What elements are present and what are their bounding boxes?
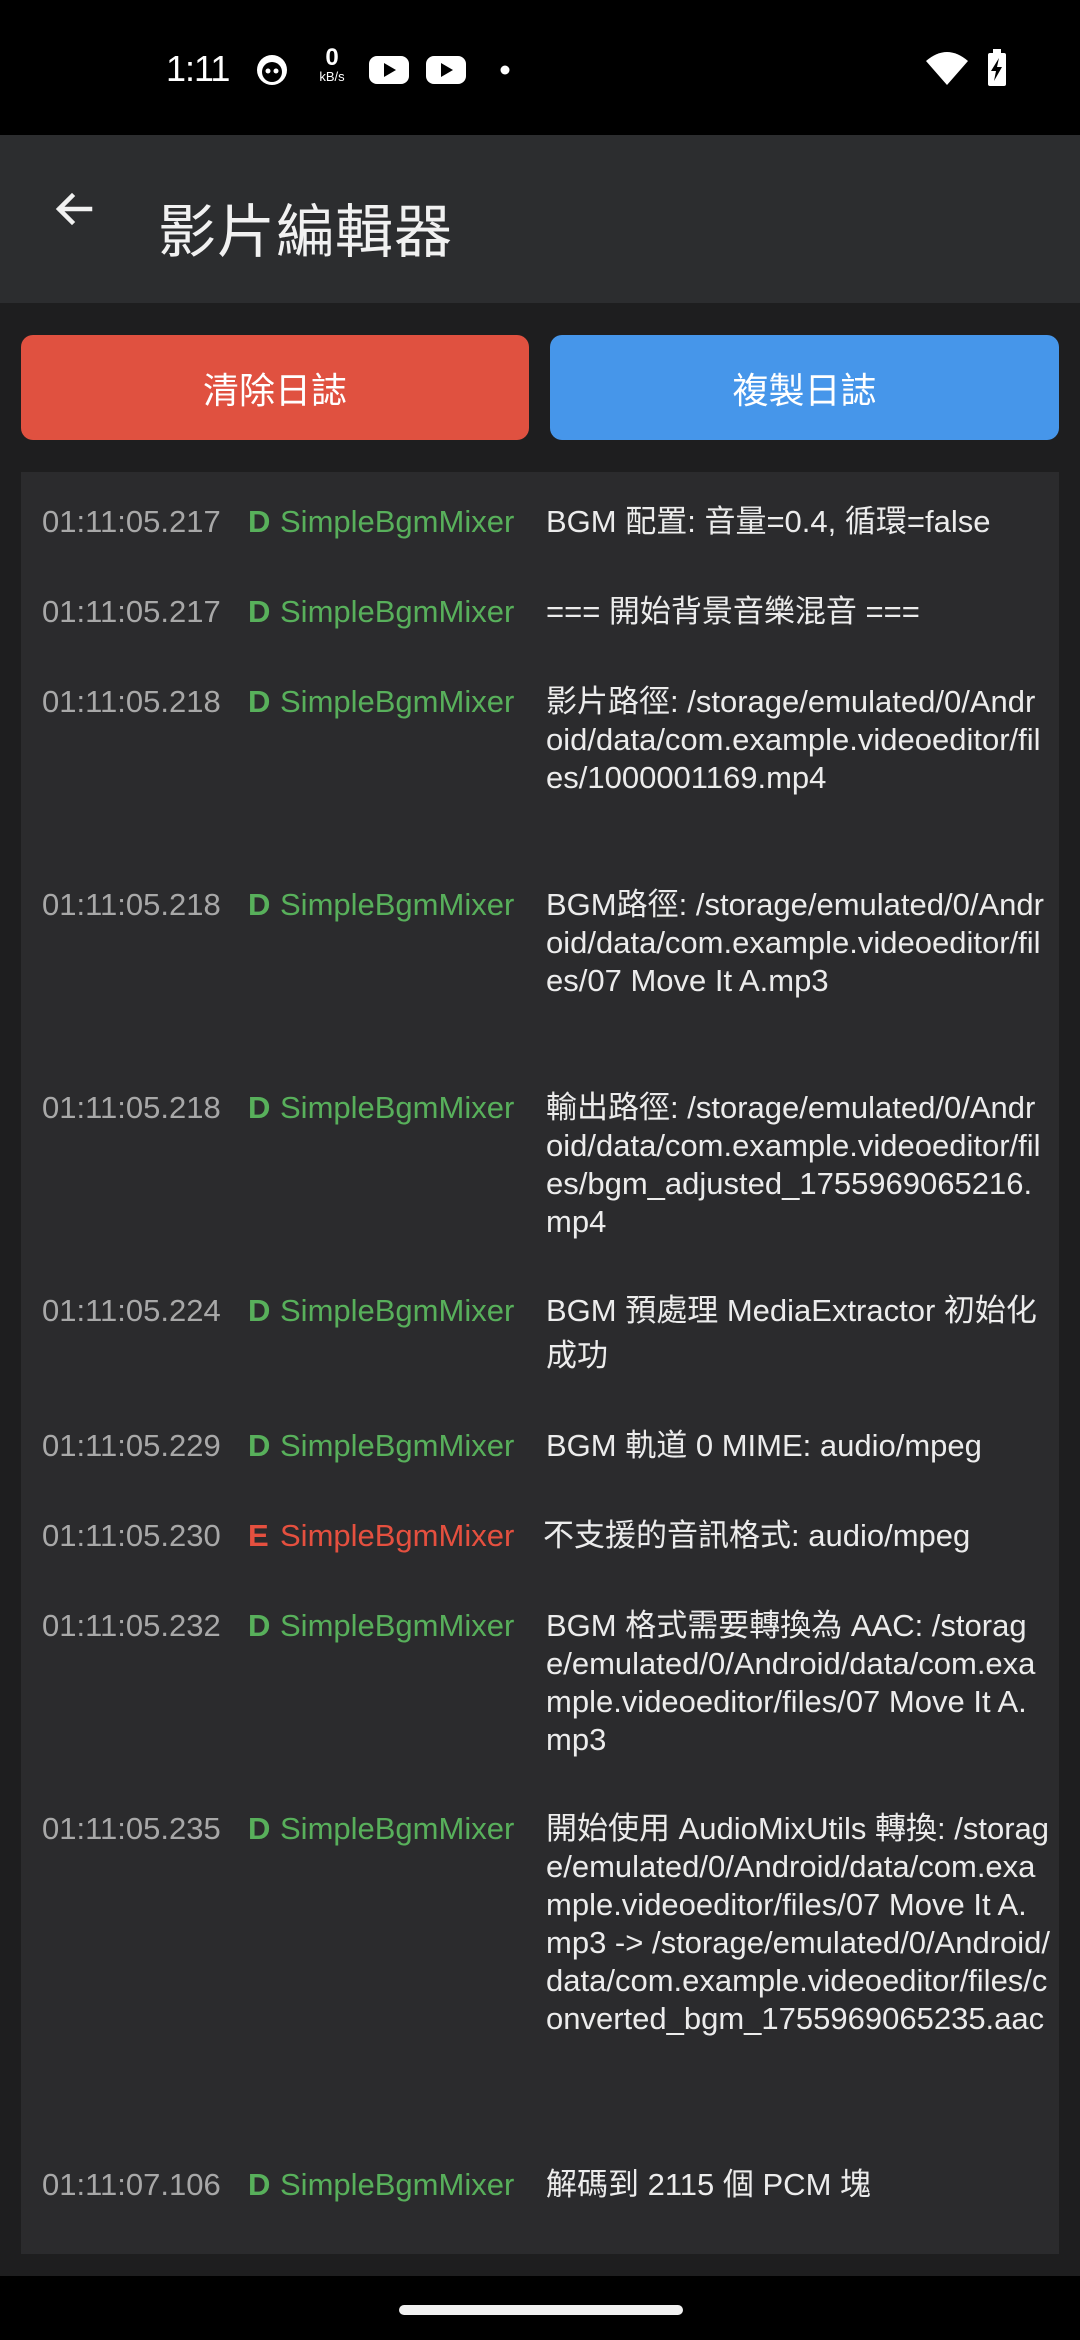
log-level: E bbox=[248, 1518, 269, 1553]
log-message: 開始使用 AudioMixUtils 轉換: /storage/emulated… bbox=[546, 1811, 1051, 2036]
system-icons-svg bbox=[926, 49, 1006, 86]
log-tag: SimpleBgmMixer bbox=[280, 1608, 515, 1643]
network-speed: 0 kB/s bbox=[312, 44, 352, 84]
log-level: D bbox=[248, 887, 271, 922]
wifi-icon bbox=[926, 52, 968, 85]
log-time: 01:11:07.106 bbox=[42, 2167, 221, 2202]
log-message: 輸出路徑: /storage/emulated/0/Android/data/c… bbox=[546, 1090, 1041, 1239]
log-tag: SimpleBgmMixer bbox=[280, 684, 515, 719]
clear-log-button[interactable]: 清除日誌 bbox=[21, 335, 529, 440]
status-time: 1:11 bbox=[166, 48, 230, 89]
youtube-icon bbox=[369, 56, 409, 84]
log-message: 不支援的音訊格式: audio/mpeg bbox=[543, 1518, 971, 1553]
log-tag: SimpleBgmMixer bbox=[280, 1428, 515, 1463]
log-message: 影片路徑: /storage/emulated/0/Android/data/c… bbox=[546, 684, 1041, 795]
log-level: D bbox=[248, 1608, 271, 1643]
status-system-icons bbox=[924, 48, 1014, 88]
log-level: D bbox=[248, 684, 271, 719]
log-time: 01:11:05.232 bbox=[42, 1608, 221, 1643]
copy-log-button[interactable]: 複製日誌 bbox=[550, 335, 1059, 440]
log-level: D bbox=[248, 1428, 271, 1463]
log-time: 01:11:05.230 bbox=[42, 1518, 221, 1553]
log-message: BGM 預處理 MediaExtractor 初始化成功 bbox=[546, 1293, 1037, 1373]
log-message: 解碼到 2115 個 PCM 塊 bbox=[546, 2167, 871, 2202]
log-level: D bbox=[248, 1293, 271, 1328]
log-level: D bbox=[248, 504, 271, 539]
navigation-bar bbox=[0, 2276, 1080, 2340]
log-level: D bbox=[248, 1811, 271, 1846]
log-time: 01:11:05.217 bbox=[42, 504, 221, 539]
log-level: D bbox=[248, 1090, 271, 1125]
youtube-icon bbox=[426, 56, 466, 84]
log-message: BGM路徑: /storage/emulated/0/Android/data/… bbox=[546, 887, 1044, 998]
log-message: === 開始背景音樂混音 === bbox=[546, 594, 920, 629]
network-speed-unit: kB/s bbox=[319, 69, 345, 84]
log-tag: SimpleBgmMixer bbox=[280, 1090, 515, 1125]
arrow-left-icon bbox=[55, 192, 93, 226]
log-tag: SimpleBgmMixer bbox=[280, 2167, 515, 2202]
log-time: 01:11:05.224 bbox=[42, 1293, 221, 1328]
log-message: BGM 配置: 音量=0.4, 循環=false bbox=[546, 504, 991, 539]
log-time: 01:11:05.217 bbox=[42, 594, 221, 629]
log-tag: SimpleBgmMixer bbox=[280, 1811, 515, 1846]
app-bar: 影片編輯器 bbox=[0, 135, 1080, 303]
log-time: 01:11:05.218 bbox=[42, 684, 221, 719]
log-list[interactable]: 01:11:05.217 D SimpleBgmMixer BGM 配置: 音量… bbox=[21, 472, 1059, 2254]
log-tag: SimpleBgmMixer bbox=[280, 504, 515, 539]
home-gesture-handle[interactable] bbox=[399, 2305, 683, 2315]
status-notification-icons: 0 kB/s bbox=[254, 46, 524, 90]
page-title: 影片編輯器 bbox=[158, 198, 454, 266]
cat-face-icon bbox=[257, 55, 287, 85]
log-time: 01:11:05.218 bbox=[42, 1090, 221, 1125]
log-level: D bbox=[248, 594, 271, 629]
log-time: 01:11:05.229 bbox=[42, 1428, 221, 1463]
log-message: BGM 軌道 0 MIME: audio/mpeg bbox=[546, 1428, 982, 1463]
log-level: D bbox=[248, 2167, 271, 2202]
status-bar: 1:11 0 kB/s bbox=[0, 0, 1080, 135]
notification-icons-svg bbox=[257, 55, 510, 85]
network-speed-value: 0 bbox=[325, 44, 339, 71]
log-tag: SimpleBgmMixer bbox=[280, 887, 515, 922]
battery-charging-icon bbox=[988, 49, 1006, 86]
log-time: 01:11:05.235 bbox=[42, 1811, 221, 1846]
log-tag: SimpleBgmMixer bbox=[280, 1293, 515, 1328]
back-button[interactable] bbox=[38, 173, 110, 245]
log-tag: SimpleBgmMixer bbox=[280, 1518, 515, 1553]
log-message: BGM 格式需要轉換為 AAC: /storage/emulated/0/And… bbox=[546, 1608, 1036, 1757]
log-time: 01:11:05.218 bbox=[42, 887, 221, 922]
log-tag: SimpleBgmMixer bbox=[280, 594, 515, 629]
dot-icon bbox=[500, 65, 510, 75]
